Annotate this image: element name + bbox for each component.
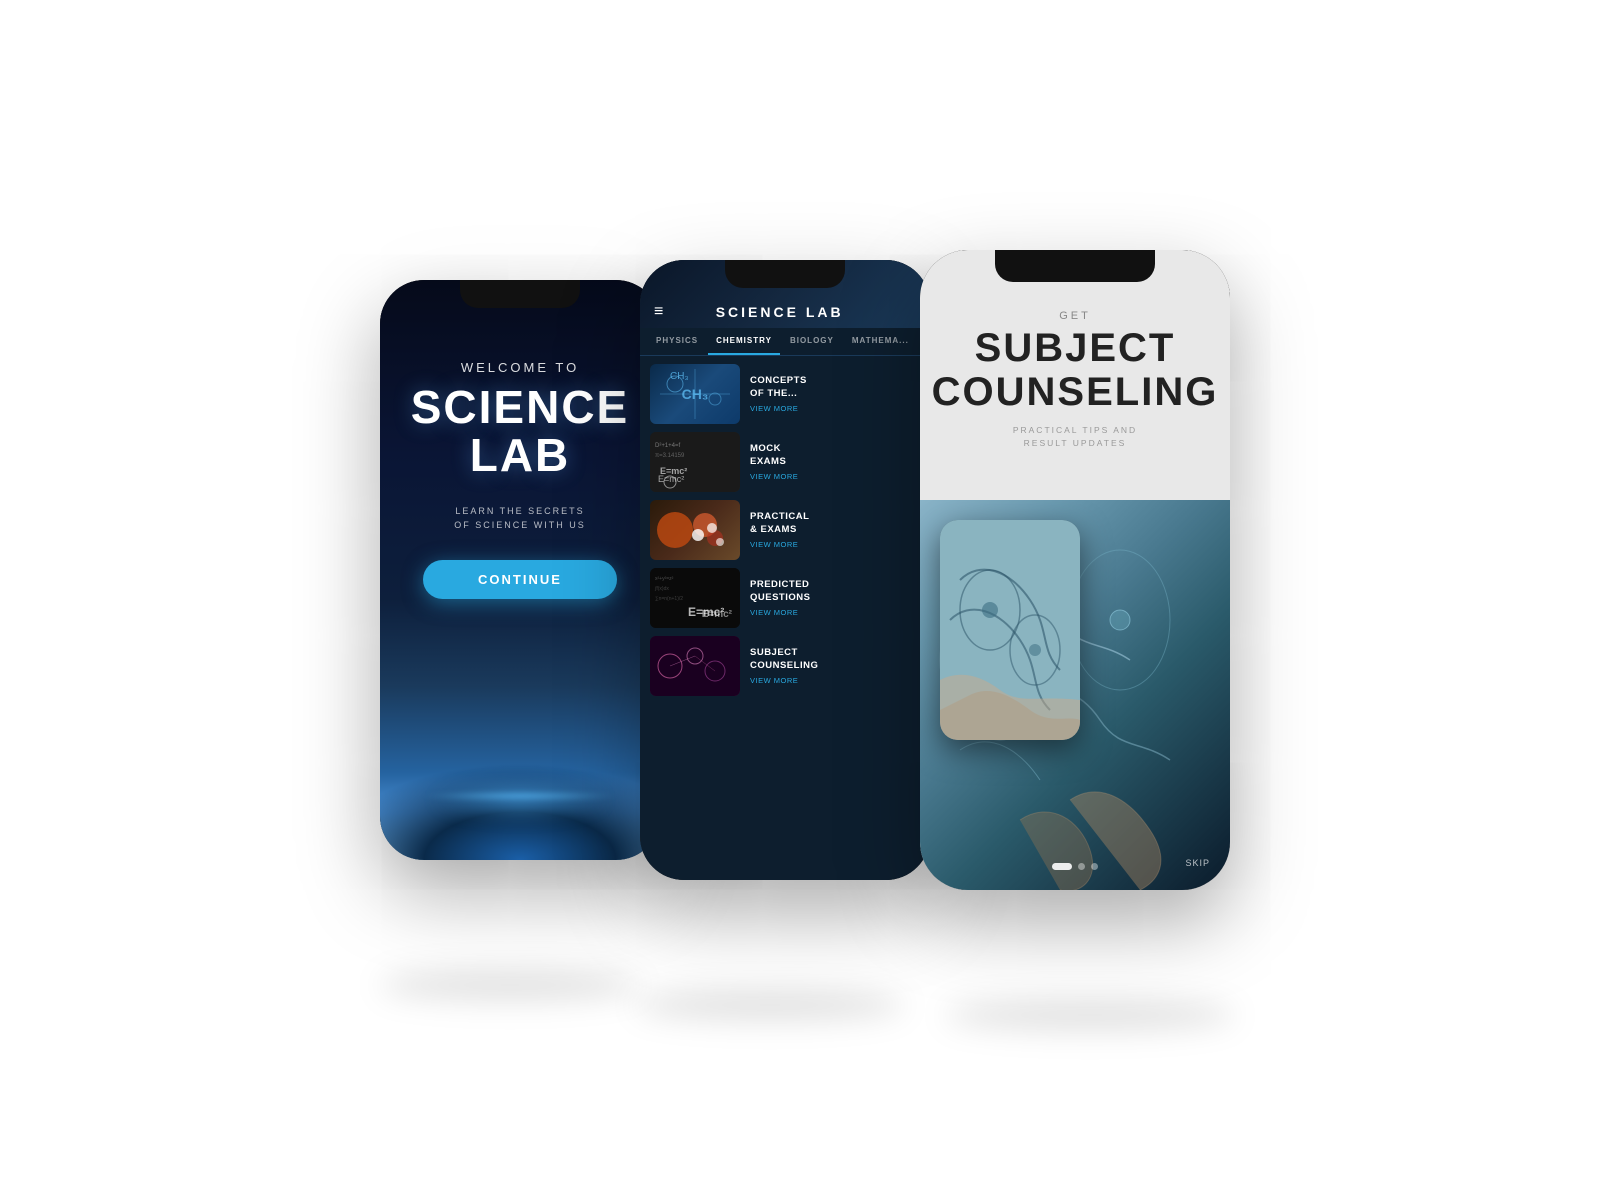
tab-chemistry[interactable]: CHEMISTRY — [708, 328, 780, 355]
get-label: GET — [932, 310, 1219, 322]
phone-app-screen: ≡ SCIENCE LAB PHYSICS CHEMISTRY BIOLOGY … — [640, 260, 930, 880]
content-list: CH₃ CONCEPTSOF THE... VIEW MORE D²+1+4=f — [640, 356, 930, 704]
view-more-link[interactable]: VIEW MORE — [750, 540, 920, 549]
thumbnail-practical — [650, 500, 740, 560]
list-item-title: SUBJECTCOUNSELING — [750, 647, 920, 672]
counseling-image: SKIP — [920, 500, 1230, 890]
list-item-info: SUBJECTCOUNSELING VIEW MORE — [750, 647, 920, 685]
counseling-header: GET SUBJECT COUNSELING PRACTICAL TIPS AN… — [920, 250, 1230, 470]
pagination-dots — [1052, 863, 1098, 870]
list-item-info: PREDICTEDQUESTIONS VIEW MORE — [750, 579, 920, 617]
list-item-info: CONCEPTSOF THE... VIEW MORE — [750, 375, 920, 413]
phone-app: ≡ SCIENCE LAB PHYSICS CHEMISTRY BIOLOGY … — [640, 260, 930, 880]
list-item: CH₃ CONCEPTSOF THE... VIEW MORE — [650, 364, 920, 424]
nested-phone — [940, 520, 1080, 740]
svg-text:∑n=n(n+1)/2: ∑n=n(n+1)/2 — [655, 596, 683, 602]
counseling-subtitle: PRACTICAL TIPS AND RESULT UPDATES — [932, 424, 1219, 450]
view-more-link[interactable]: VIEW MORE — [750, 608, 920, 617]
view-more-link[interactable]: VIEW MORE — [750, 676, 920, 685]
view-more-link[interactable]: VIEW MORE — [750, 472, 920, 481]
hamburger-icon[interactable]: ≡ — [654, 303, 663, 321]
welcome-label: WELCOME TO — [461, 360, 579, 375]
list-item: D²+1+4=f π=3.14159 E=mc² MOCKEXAMS VIEW … — [650, 432, 920, 492]
nested-phone-screen — [940, 520, 1080, 740]
svg-text:x²+y²=z²: x²+y²=z² — [655, 576, 674, 582]
svg-text:E=mc²: E=mc² — [660, 466, 687, 476]
tab-biology[interactable]: BIOLOGY — [782, 328, 842, 355]
list-item: PRACTICAL& EXAMS VIEW MORE — [650, 500, 920, 560]
list-item: x²+y²=z² ∫f(x)dx ∑n=n(n+1)/2 E=mc² PREDI… — [650, 568, 920, 628]
dot-inactive — [1091, 863, 1098, 870]
svg-text:D²+1+4=f: D²+1+4=f — [655, 443, 681, 449]
svg-text:π=3.14159: π=3.14159 — [655, 453, 685, 459]
welcome-title: SCIENCE LAB — [411, 383, 629, 480]
list-item-title: PREDICTEDQUESTIONS — [750, 579, 920, 604]
phone-shadow-middle — [635, 990, 905, 1020]
svg-text:CH₃: CH₃ — [670, 371, 689, 382]
tab-math[interactable]: MATHEMA... — [844, 328, 917, 355]
counseling-content: GET SUBJECT COUNSELING PRACTICAL TIPS AN… — [920, 250, 1230, 890]
dot-inactive — [1078, 863, 1085, 870]
nested-image-svg — [940, 520, 1080, 740]
phone-shadow-right — [945, 1000, 1235, 1030]
thumbnail-questions: x²+y²=z² ∫f(x)dx ∑n=n(n+1)/2 E=mc² — [650, 568, 740, 628]
phone-counseling-screen: GET SUBJECT COUNSELING PRACTICAL TIPS AN… — [920, 250, 1230, 890]
phone-welcome: WELCOME TO SCIENCE LAB LEARN THE SECRETS… — [380, 280, 660, 860]
list-item-title: PRACTICAL& EXAMS — [750, 511, 920, 536]
view-more-link[interactable]: VIEW MORE — [750, 404, 920, 413]
phone-welcome-screen: WELCOME TO SCIENCE LAB LEARN THE SECRETS… — [380, 280, 660, 860]
skip-button[interactable]: SKIP — [1185, 858, 1210, 868]
list-item: SUBJECTCOUNSELING VIEW MORE — [650, 636, 920, 696]
app-title: SCIENCE LAB — [663, 304, 896, 320]
welcome-content: WELCOME TO SCIENCE LAB LEARN THE SECRETS… — [380, 280, 660, 860]
continue-button[interactable]: CONTINUE — [423, 560, 617, 599]
list-item-info: MOCKEXAMS VIEW MORE — [750, 443, 920, 481]
list-item-info: PRACTICAL& EXAMS VIEW MORE — [750, 511, 920, 549]
phone-counseling: GET SUBJECT COUNSELING PRACTICAL TIPS AN… — [920, 250, 1230, 890]
thumbnail-mock: D²+1+4=f π=3.14159 E=mc² — [650, 432, 740, 492]
subject-tabs: PHYSICS CHEMISTRY BIOLOGY MATHEMA... — [640, 328, 930, 356]
svg-text:∫f(x)dx: ∫f(x)dx — [654, 586, 669, 592]
thumbnail-counseling — [650, 636, 740, 696]
thumbnail-chemistry: CH₃ — [650, 364, 740, 424]
list-item-title: CONCEPTSOF THE... — [750, 375, 920, 400]
svg-text:E=mc²: E=mc² — [688, 605, 724, 619]
list-item-title: MOCKEXAMS — [750, 443, 920, 468]
phones-showcase: WELCOME TO SCIENCE LAB LEARN THE SECRETS… — [350, 150, 1250, 1050]
app-header: ≡ SCIENCE LAB — [640, 260, 930, 328]
tab-physics[interactable]: PHYSICS — [648, 328, 706, 355]
counseling-title: SUBJECT COUNSELING — [932, 326, 1219, 414]
dot-active — [1052, 863, 1072, 870]
tagline: LEARN THE SECRETS OF SCIENCE WITH US — [454, 504, 586, 533]
phone-shadow-left — [380, 970, 640, 1000]
